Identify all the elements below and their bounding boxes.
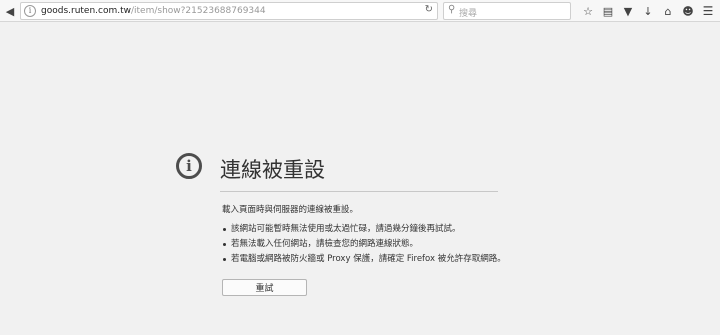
title-divider [220, 191, 498, 192]
home-icon[interactable]: ⌂ [658, 3, 678, 19]
site-info-icon[interactable]: i [24, 5, 36, 17]
search-icon: ⚲ [448, 4, 456, 15]
reading-list-icon[interactable]: ▤ [598, 3, 618, 19]
url-bar[interactable]: i goods.ruten.com.tw/item/show?215236887… [20, 2, 438, 20]
url-text[interactable]: goods.ruten.com.tw/item/show?21523688769… [41, 5, 266, 17]
suggestion-item: 若無法載入任何網站，請檢查您的網路連線狀態。 [222, 239, 506, 254]
suggestion-list: 該網站可能暫時無法使用或太過忙碌，請過幾分鐘後再試試。 若無法載入任何網站，請檢… [222, 224, 506, 269]
error-title: 連線被重設 [220, 158, 325, 182]
hamburger-menu-icon[interactable]: ☰ [700, 3, 716, 19]
suggestion-item: 該網站可能暫時無法使用或太過忙碌，請過幾分鐘後再試試。 [222, 224, 506, 239]
back-arrow-icon[interactable]: ◀ [2, 3, 18, 19]
info-circle-icon: i [176, 153, 202, 179]
download-arrow-icon[interactable]: ↓ [638, 3, 658, 19]
chat-bubble-icon[interactable]: ☻ [678, 3, 698, 19]
retry-button[interactable]: 重試 [222, 279, 307, 296]
reload-icon[interactable]: ↻ [425, 4, 433, 15]
url-domain: goods.ruten.com.tw [41, 6, 131, 16]
url-path: /item/show?21523688769344 [131, 6, 266, 16]
browser-toolbar: ◀ i goods.ruten.com.tw/item/show?2152368… [0, 0, 720, 22]
error-description: 載入頁面時與伺服器的連線被重設。 [222, 205, 359, 215]
error-page [0, 23, 720, 335]
search-placeholder: 搜尋 [459, 9, 478, 19]
toolbar-icons: ☆ ▤ ▼ ↓ ⌂ ☻ [578, 3, 698, 19]
pocket-icon[interactable]: ▼ [618, 3, 638, 19]
suggestion-item: 若電腦或網路被防火牆或 Proxy 保護，請確定 Firefox 被允許存取網路… [222, 254, 506, 269]
search-bar[interactable]: ⚲ 搜尋 [443, 2, 571, 20]
bookmark-star-icon[interactable]: ☆ [578, 3, 598, 19]
